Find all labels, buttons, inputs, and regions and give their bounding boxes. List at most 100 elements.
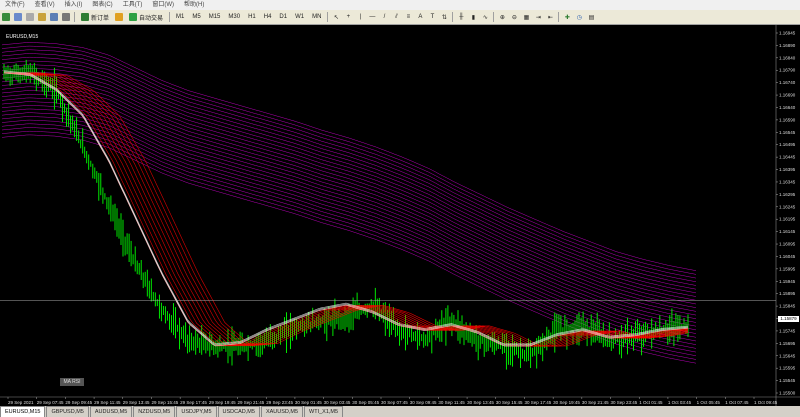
label-icon: T: [430, 14, 435, 20]
time-tick-label: 30 Sep 01:45: [295, 400, 322, 405]
arrows-button[interactable]: ⇅: [439, 12, 449, 22]
tab-usdcad-m5[interactable]: USDCAD,M5: [217, 406, 260, 417]
navigator-button[interactable]: [37, 12, 47, 22]
indicators-button[interactable]: ✚: [562, 12, 572, 22]
line-chart-button[interactable]: ∿: [480, 12, 490, 22]
timeframe-h1[interactable]: H1: [245, 12, 259, 22]
chart-shift-icon: ⇤: [547, 14, 553, 21]
price-tick-label: 1.15645: [779, 353, 796, 358]
menu-bar: 文件(F) 查看(V) 插入(I) 图表(C) 工具(T) 窗口(W) 帮助(H…: [0, 0, 800, 10]
new-chart-icon: [2, 13, 10, 21]
price-tick-label: 1.15745: [779, 328, 796, 333]
clock-icon: ◷: [576, 14, 583, 21]
candlestick-button[interactable]: ▮: [468, 12, 478, 22]
tab-eurusd-m15[interactable]: EURUSD,M15: [0, 406, 46, 417]
tab-audusd-m5[interactable]: AUDUSD,M5: [89, 406, 133, 417]
terminal-icon: [50, 13, 58, 21]
bar-chart-button[interactable]: ╫: [456, 12, 466, 22]
menu-file[interactable]: 文件(F): [0, 0, 30, 10]
price-tick-label: 1.15545: [779, 378, 796, 383]
price-tick-label: 1.15695: [779, 341, 796, 346]
current-price-tag: 1.15879: [778, 316, 799, 322]
price-tick-label: 1.16690: [779, 93, 796, 98]
fibonacci-button[interactable]: ≡: [403, 12, 413, 22]
time-tick-label: 30 Sep 13:45: [467, 400, 494, 405]
time-tick-label: 30 Sep 17:45: [524, 400, 551, 405]
zoom-out-button[interactable]: ⊖: [509, 12, 519, 22]
price-tick-label: 1.15845: [779, 304, 796, 309]
new-order-button[interactable]: 新订单: [78, 12, 112, 22]
menu-charts[interactable]: 图表(C): [87, 0, 117, 10]
price-tick-label: 1.15895: [779, 291, 796, 296]
time-tick-label: 30 Sep 15:45: [496, 400, 523, 405]
periods-button[interactable]: ◷: [574, 12, 584, 22]
timeframe-d1[interactable]: D1: [276, 12, 290, 22]
timeframe-m1[interactable]: M1: [173, 12, 187, 22]
price-tick-label: 1.16095: [779, 242, 796, 247]
templates-button[interactable]: ▤: [586, 12, 596, 22]
chart-window[interactable]: 1.16945 1.16890 1.16840 1.16790 1.16740 1.166…: [0, 25, 800, 408]
new-order-icon: [81, 13, 89, 21]
channel-button[interactable]: ⫽: [391, 12, 401, 22]
auto-trading-button[interactable]: 自动交易: [126, 12, 166, 22]
auto-trading-label: 自动交易: [139, 15, 164, 22]
tab-gbpusd-m5[interactable]: GBPUSD,M5: [46, 406, 89, 417]
tester-button[interactable]: [61, 12, 71, 22]
market-watch-button[interactable]: [25, 12, 35, 22]
cursor-button[interactable]: ↖: [331, 12, 341, 22]
menu-view[interactable]: 查看(V): [30, 0, 60, 10]
tab-usdjpy-m5[interactable]: USDJPY,M5: [176, 406, 217, 417]
crosshair-button[interactable]: +: [343, 12, 353, 22]
zoom-in-button[interactable]: ⊕: [497, 12, 507, 22]
auto-scroll-button[interactable]: ⇥: [533, 12, 543, 22]
auto-scroll-icon: ⇥: [535, 14, 541, 21]
time-tick-label: 29 Sep 21:45: [238, 400, 265, 405]
chart-tabs: EURUSD,M15 GBPUSD,M5 AUDUSD,M5 NZDUSD,M5…: [0, 406, 800, 417]
price-tick-label: 1.16145: [779, 229, 796, 234]
time-tick-label: 1 Oct 05:45: [697, 400, 721, 405]
chart-shift-button[interactable]: ⇤: [545, 12, 555, 22]
metaeditor-button[interactable]: [114, 12, 124, 22]
text-button[interactable]: A: [415, 12, 425, 22]
horizontal-line-button[interactable]: —: [367, 12, 377, 22]
price-tick-label: 1.16840: [779, 55, 796, 60]
tile-windows-icon: ▦: [523, 14, 530, 21]
timeframe-m30[interactable]: M30: [225, 12, 243, 22]
price-tick-label: 1.16740: [779, 80, 796, 85]
text-icon: A: [418, 14, 423, 20]
price-tick-label: 1.15945: [779, 279, 796, 284]
time-tick-label: 30 Sep 19:45: [553, 400, 580, 405]
timeframe-m15[interactable]: M15: [206, 12, 224, 22]
profiles-button[interactable]: [13, 12, 23, 22]
trendline-button[interactable]: /: [379, 12, 389, 22]
timeframe-h4[interactable]: H4: [261, 12, 275, 22]
tile-windows-button[interactable]: ▦: [521, 12, 531, 22]
tab-nzdusd-m5[interactable]: NZDUSD,M5: [133, 406, 176, 417]
timeframe-mn[interactable]: MN: [309, 12, 324, 22]
timeframe-m5[interactable]: M5: [189, 12, 203, 22]
menu-insert[interactable]: 插入(I): [60, 0, 88, 10]
menu-window[interactable]: 窗口(W): [147, 0, 179, 10]
time-tick-label: 1 Oct 07:45: [725, 400, 749, 405]
zoom-out-icon: ⊖: [511, 14, 517, 21]
new-chart-button[interactable]: [1, 12, 11, 22]
price-chart[interactable]: 1.16945 1.16890 1.16840 1.16790 1.16740 1.166…: [0, 25, 800, 408]
tab-xauusd-m5[interactable]: XAUUSD,M5: [260, 406, 304, 417]
price-tick-label: 1.16295: [779, 192, 796, 197]
vertical-line-button[interactable]: |: [355, 12, 365, 22]
timeframe-w1[interactable]: W1: [292, 12, 307, 22]
price-tick-label: 1.16890: [779, 43, 796, 48]
menu-help[interactable]: 帮助(H): [179, 0, 209, 10]
bar-chart-icon: ╫: [459, 14, 464, 20]
toolbar-separator: [169, 12, 171, 22]
toolbar-separator: [327, 12, 329, 22]
terminal-button[interactable]: [49, 12, 59, 22]
line-chart-icon: ∿: [482, 14, 488, 21]
tab-wti-x1-m5[interactable]: WTI_X1,M5: [304, 406, 344, 417]
price-tick-label: 1.15995: [779, 266, 796, 271]
menu-tools[interactable]: 工具(T): [118, 0, 148, 10]
price-tick-label: 1.16945: [779, 31, 796, 36]
price-tick-label: 1.15595: [779, 366, 796, 371]
label-button[interactable]: T: [427, 12, 437, 22]
crosshair-icon: +: [346, 14, 351, 20]
